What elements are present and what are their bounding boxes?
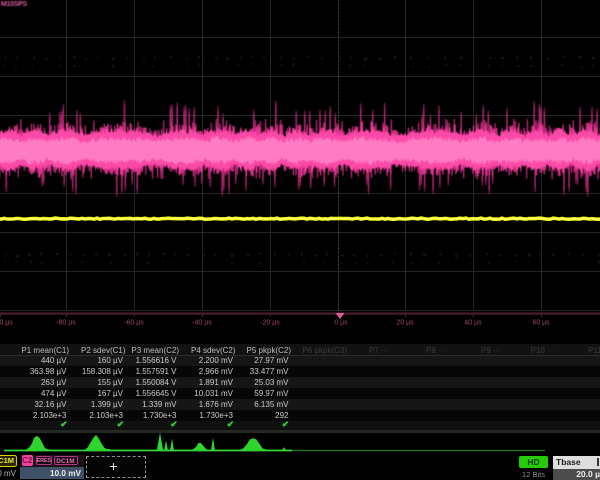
svg-text:-100 µs: -100 µs: [0, 320, 13, 327]
svg-text:-20 µs: -20 µs: [260, 320, 280, 327]
svg-text:20 µs: 20 µs: [396, 320, 414, 327]
svg-text:-40 µs: -40 µs: [192, 320, 212, 327]
svg-text:60 µs: 60 µs: [532, 320, 550, 327]
svg-text:40 µs: 40 µs: [464, 320, 482, 327]
svg-text:0 µs: 0 µs: [334, 320, 348, 327]
svg-text:-80 µs: -80 µs: [56, 320, 76, 327]
svg-text:-60 µs: -60 µs: [124, 320, 144, 327]
